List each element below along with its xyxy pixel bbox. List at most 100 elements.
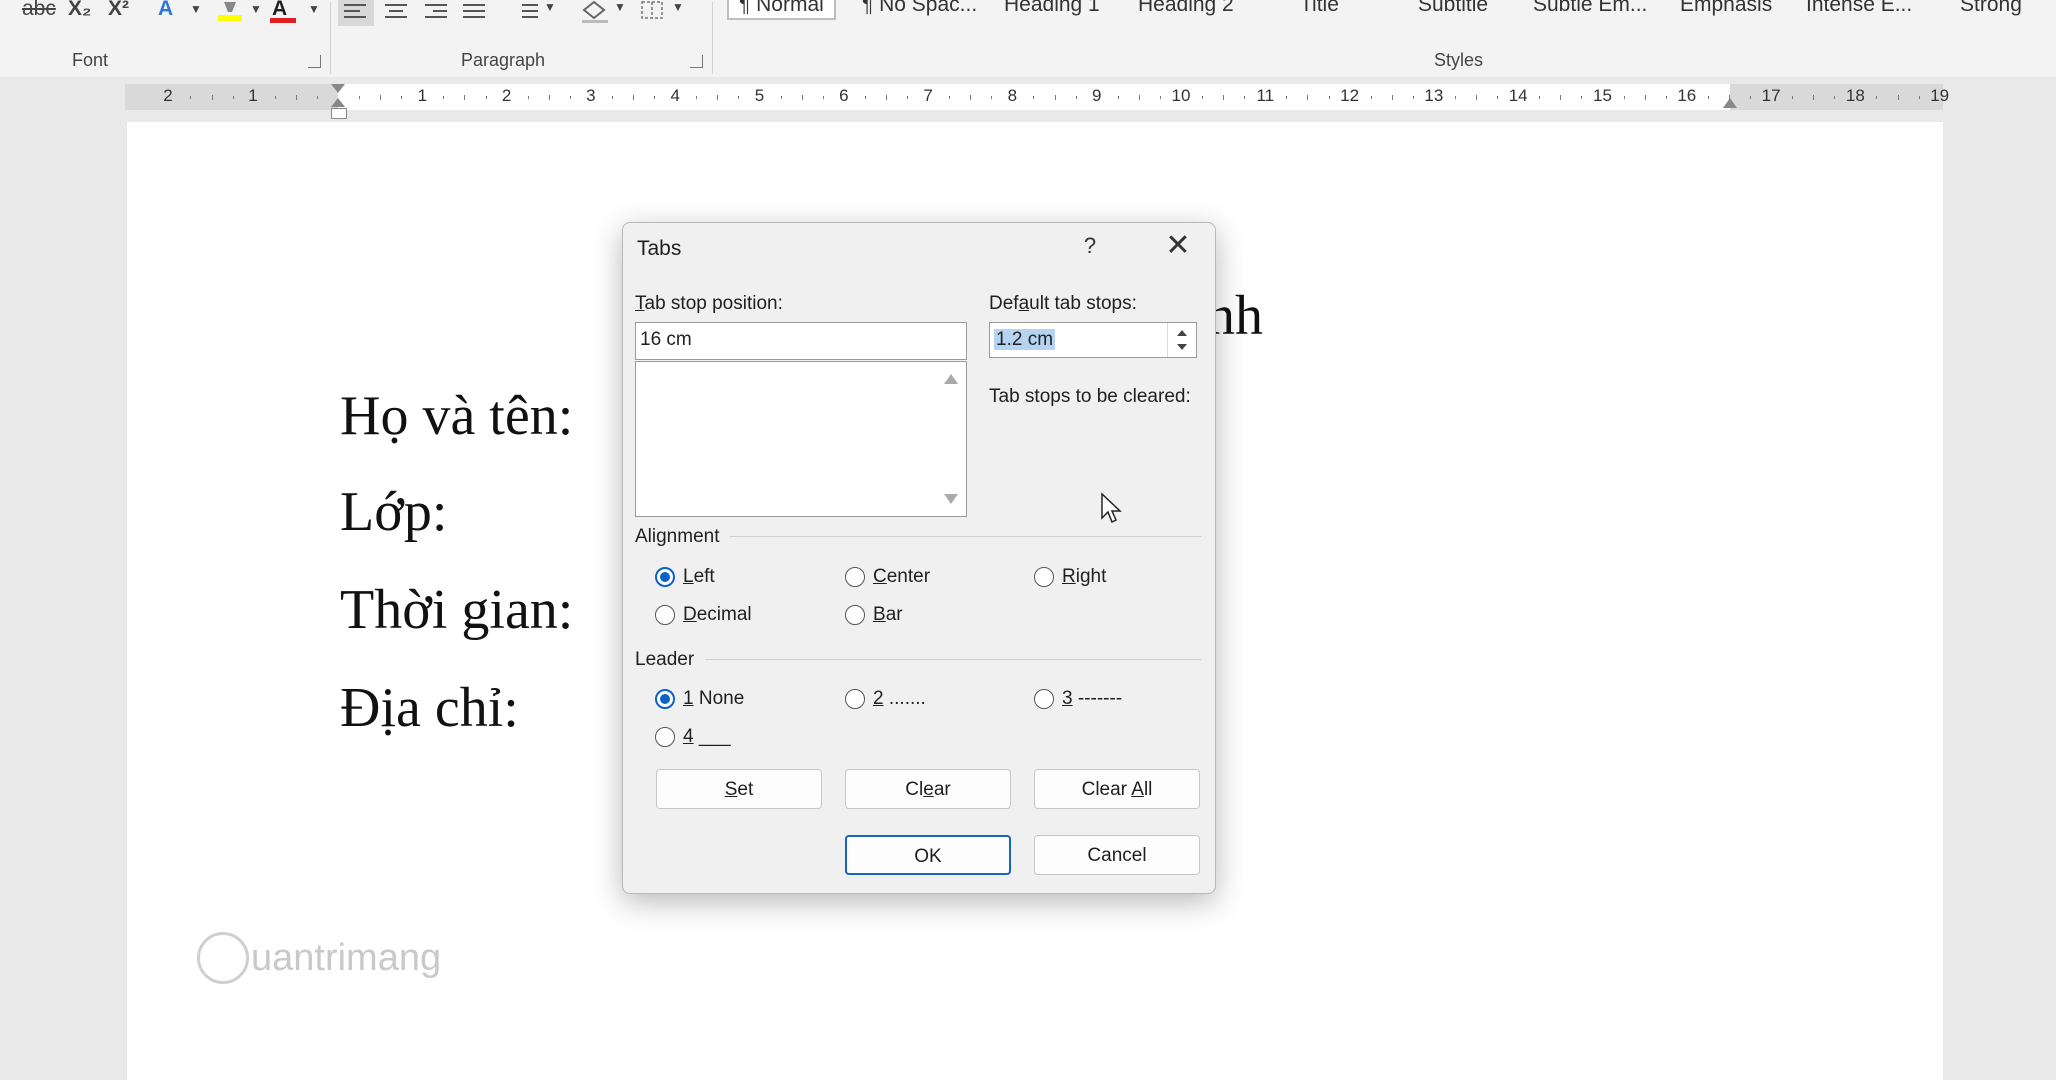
close-button[interactable]: ✕ [1163, 231, 1193, 261]
paragraph-dialog-launcher-icon[interactable] [690, 55, 703, 68]
cancel-button[interactable]: Cancel [1034, 835, 1200, 875]
align-center-button[interactable] [380, 0, 412, 26]
paint-bucket-icon [582, 0, 608, 23]
radio-circle[interactable] [845, 567, 865, 587]
ok-button[interactable]: OK [845, 835, 1011, 875]
ruler-tick [907, 96, 909, 99]
default-tab-stops-spinner[interactable] [1167, 323, 1196, 357]
highlight-color-button[interactable] [216, 0, 244, 21]
ruler-number: 1 [248, 86, 258, 105]
help-button[interactable]: ? [1075, 233, 1105, 259]
list-scrollbar[interactable] [936, 362, 966, 516]
clear-all-button[interactable]: Clear All [1034, 769, 1200, 809]
spin-down-icon[interactable] [1177, 344, 1187, 350]
chevron-down-icon: ▼ [672, 0, 684, 14]
chevron-down-icon[interactable]: ▼ [190, 0, 202, 20]
ruler-tick [1918, 96, 1920, 99]
style-heading-1[interactable]: Heading 1 [1004, 0, 1100, 18]
style-normal[interactable]: ¶ Normal [727, 0, 836, 20]
ruler-tick [1728, 95, 1730, 100]
leader-dashes-radio[interactable]: 3 ------- [1034, 688, 1122, 710]
style-subtle-emphasis[interactable]: Subtle Em... [1533, 0, 1647, 18]
style-subtitle[interactable]: Subtitle [1418, 0, 1488, 18]
alignment-left-radio[interactable]: Left [655, 566, 715, 588]
tab-stop-position-input[interactable]: 16 cm [635, 322, 967, 360]
spin-up-icon[interactable] [1177, 330, 1187, 336]
tab-stop-list[interactable] [635, 361, 967, 517]
ruler-tick [1117, 96, 1119, 99]
font-dialog-launcher-icon[interactable] [308, 55, 321, 68]
style-title[interactable]: Title [1300, 0, 1339, 18]
radio-circle[interactable] [655, 567, 675, 587]
ruler-tick [316, 96, 318, 99]
justify-button[interactable] [458, 0, 490, 26]
radio-circle[interactable] [845, 605, 865, 625]
line-spacing-button[interactable]: ▼ [508, 0, 556, 24]
ruler-tick [1223, 95, 1225, 100]
ruler-number: 7 [923, 86, 933, 105]
ruler-number: 18 [1845, 86, 1865, 105]
alignment-bar-radio[interactable]: Bar [845, 604, 903, 626]
tabs-dialog: Tabs ? ✕ Tab stop position: 16 cm Defaul… [622, 222, 1216, 894]
scroll-down-icon[interactable] [944, 494, 958, 504]
align-left-button[interactable] [338, 0, 374, 26]
watermark-logo: uantrimang [197, 932, 441, 984]
radio-circle[interactable] [655, 727, 675, 747]
chevron-down-icon[interactable]: ▼ [250, 0, 262, 20]
ruler-tick [1876, 96, 1878, 99]
watermark-circle-icon [197, 932, 249, 984]
ruler-number: 4 [670, 86, 680, 105]
leader-dots-radio[interactable]: 2 ....... [845, 688, 926, 710]
set-button[interactable]: Set [656, 769, 822, 809]
ruler-tick [991, 96, 993, 99]
document-line: Địa chỉ: [340, 677, 519, 739]
ruler-tick [1328, 96, 1330, 99]
alignment-decimal-radio[interactable]: Decimal [655, 604, 752, 626]
ruler-tick [485, 96, 487, 99]
leader-underline-radio[interactable]: 4 ___ [655, 726, 731, 748]
shading-button[interactable]: ▼ [580, 0, 630, 24]
borders-button[interactable]: ▼ [640, 0, 690, 24]
style-intense-emphasis[interactable]: Intense E... [1806, 0, 1912, 18]
radio-circle[interactable] [1034, 689, 1054, 709]
ruler-tick [1707, 96, 1709, 99]
clear-button[interactable]: Clear [845, 769, 1011, 809]
style-no-spacing[interactable]: ¶ No Spac... [862, 0, 977, 18]
horizontal-ruler[interactable]: 2 1 1 2 3 4 5 6 7 8 9 10 11 12 13 14 15 16 17 18 19 [125, 84, 1949, 119]
font-color-button[interactable]: A [270, 0, 296, 23]
superscript-button[interactable]: X² [108, 0, 129, 20]
radio-circle[interactable] [655, 605, 675, 625]
right-indent-marker[interactable] [1723, 98, 1737, 108]
highlighter-icon [218, 2, 242, 21]
font-color-letter: A [272, 0, 288, 20]
ruler-tick [380, 95, 382, 100]
ruler-tick [1476, 95, 1478, 100]
ruler-tick [295, 95, 297, 100]
radio-circle[interactable] [655, 689, 675, 709]
leader-none-radio[interactable]: 1 None [655, 688, 744, 710]
document-line: Họ và tên: [340, 385, 574, 447]
default-tab-stops-input[interactable]: 1.2 cm [989, 322, 1197, 358]
chevron-down-icon: ▼ [544, 0, 556, 14]
ruler-number: 6 [839, 86, 849, 105]
style-strong[interactable]: Strong [1960, 0, 2022, 18]
ruler-tick [232, 96, 234, 99]
text-effects-button[interactable]: A [158, 0, 173, 20]
alignment-right-radio[interactable]: Right [1034, 566, 1106, 588]
style-emphasis[interactable]: Emphasis [1680, 0, 1772, 18]
alignment-center-radio[interactable]: Center [845, 566, 930, 588]
subscript-button[interactable]: X₂ [68, 0, 91, 20]
scroll-up-icon[interactable] [944, 374, 958, 384]
document-line: Lớp: [340, 481, 448, 543]
radio-circle[interactable] [1034, 567, 1054, 587]
ruler-tick [1244, 96, 1246, 99]
hanging-indent-marker[interactable] [331, 98, 345, 107]
left-indent-marker[interactable] [331, 108, 347, 119]
align-right-button[interactable] [420, 0, 452, 26]
strikethrough-button[interactable]: abc [22, 0, 56, 20]
style-heading-2[interactable]: Heading 2 [1138, 0, 1234, 18]
chevron-down-icon[interactable]: ▼ [308, 0, 320, 20]
ruler-tick [1539, 96, 1541, 99]
first-line-indent-marker[interactable] [331, 84, 345, 93]
radio-circle[interactable] [845, 689, 865, 709]
